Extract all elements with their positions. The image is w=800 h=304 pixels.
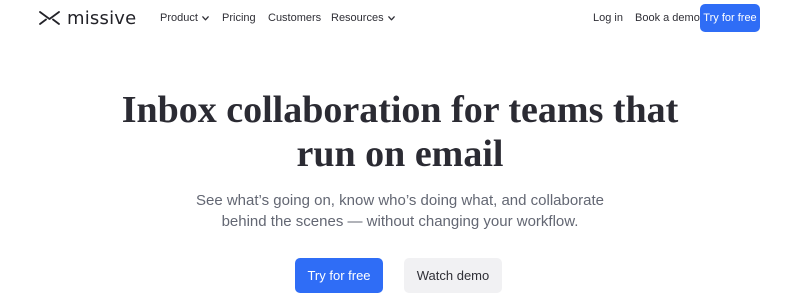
hero-title: Inbox collaboration for teams that run o… — [0, 88, 800, 176]
brand-logo[interactable]: missive — [39, 7, 137, 29]
hero-subtitle-line-1: See what’s going on, know who’s doing wh… — [195, 192, 605, 209]
missive-logo-icon — [39, 11, 60, 25]
hero-subtitle: See what’s going on, know who’s doing wh… — [0, 190, 800, 232]
book-demo-link[interactable]: Book a demo — [635, 11, 700, 25]
nav-resources-label: Resources — [331, 12, 384, 24]
nav-customers-link[interactable]: Customers — [268, 11, 321, 25]
chevron-down-icon — [202, 15, 209, 20]
hero-title-line-1: Inbox collaboration for teams that — [121, 89, 679, 131]
hero-title-line-2: run on email — [296, 133, 504, 175]
chevron-down-icon — [387, 15, 395, 20]
hero-try-free-button[interactable]: Try for free — [295, 258, 383, 293]
brand-name: missive — [67, 7, 137, 29]
login-link[interactable]: Log in — [593, 11, 623, 25]
nav-resources-menu[interactable]: Resources — [331, 11, 395, 25]
top-navbar: missive Product Pricing Customers Resour… — [0, 0, 800, 36]
nav-product-label: Product — [160, 12, 198, 24]
nav-product-menu[interactable]: Product — [160, 11, 209, 25]
nav-pricing-link[interactable]: Pricing — [222, 11, 256, 25]
hero-subtitle-line-2: behind the scenes — without changing you… — [221, 213, 579, 230]
nav-try-free-button[interactable]: Try for free — [700, 4, 760, 32]
watch-demo-button[interactable]: Watch demo — [404, 258, 502, 293]
